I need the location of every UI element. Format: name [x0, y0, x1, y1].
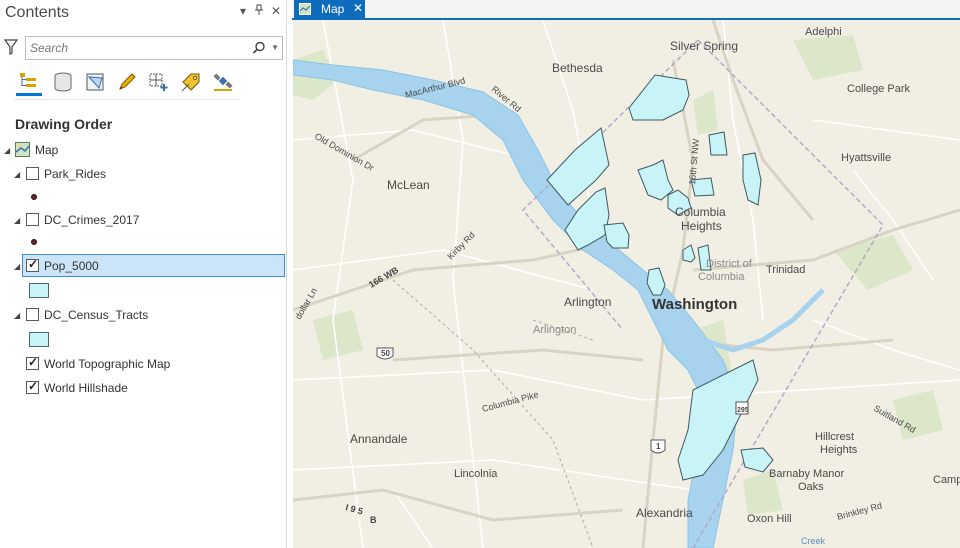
map-view[interactable]: 50 1 295 Silver Spring Adelphi Bethesda …: [293, 20, 960, 548]
search-box[interactable]: ▼: [25, 36, 283, 60]
map-tab-bar: Map ✕: [292, 0, 960, 19]
list-by-perspective-imagery-icon[interactable]: [210, 68, 236, 96]
place-label: Lincolnia: [454, 468, 498, 480]
road-label: B: [370, 515, 377, 525]
layer-label-pop-5000[interactable]: Pop_5000: [44, 259, 99, 273]
place-label: District of: [706, 258, 753, 270]
contents-title: Contents: [5, 4, 70, 21]
list-by-labeling-icon[interactable]: [178, 68, 204, 96]
place-label: Bethesda: [552, 61, 603, 75]
search-input[interactable]: [30, 40, 250, 56]
close-icon[interactable]: ✕: [353, 1, 363, 15]
point-symbol[interactable]: [31, 194, 37, 200]
place-label: Hillcrest: [815, 431, 854, 443]
place-label: Barnaby Manor: [769, 468, 845, 480]
place-label: Hyattsville: [841, 152, 891, 164]
place-label: Columbia: [675, 205, 726, 219]
arcgis-pro-window: Contents ▾ ✕ ▼: [0, 0, 960, 548]
list-by-selection-icon[interactable]: [82, 68, 108, 96]
contents-pane: Contents ▾ ✕ ▼: [0, 0, 287, 548]
expand-layer-chevron-icon[interactable]: ◢: [14, 216, 20, 225]
filter-icon[interactable]: [4, 39, 18, 55]
place-label: Camp: [933, 474, 960, 486]
expand-layer-chevron-icon[interactable]: ◢: [14, 311, 20, 320]
i-395-shield-label: 295: [737, 407, 749, 414]
toolbar-divider: [14, 99, 240, 100]
layer-visibility-checkbox[interactable]: [26, 355, 39, 370]
point-symbol[interactable]: [31, 239, 37, 245]
map-tab-icon: [299, 3, 311, 15]
map-node-label[interactable]: Map: [35, 143, 58, 157]
map-canvas[interactable]: 50 1 295 Silver Spring Adelphi Bethesda …: [293, 20, 960, 548]
us-1-shield-label: 1: [656, 442, 661, 451]
expand-map-chevron-icon[interactable]: ◢: [4, 146, 10, 155]
search-options-chevron-icon[interactable]: ▼: [271, 43, 279, 52]
place-label: Columbia: [698, 271, 745, 283]
layer-visibility-checkbox[interactable]: [26, 213, 39, 226]
place-label: Annandale: [350, 432, 408, 446]
list-by-drawing-order-icon[interactable]: [16, 68, 42, 96]
place-label: Trinidad: [766, 264, 805, 276]
place-label: Alexandria: [636, 506, 693, 520]
place-label: Oxon Hill: [747, 513, 792, 525]
place-label: College Park: [847, 83, 910, 95]
place-label: Silver Spring: [670, 39, 738, 53]
us-50-shield-label: 50: [381, 349, 390, 358]
list-by-data-source-icon[interactable]: [50, 68, 76, 96]
contents-header: Contents ▾ ✕: [0, 0, 287, 28]
map-icon: [15, 142, 30, 157]
pane-dropdown-icon[interactable]: ▾: [240, 4, 246, 18]
list-by-snapping-icon[interactable]: [146, 68, 172, 96]
place-label: McLean: [387, 178, 430, 192]
place-label: Oaks: [798, 481, 824, 493]
map-tab-label: Map: [321, 2, 345, 16]
place-label: Arlington: [533, 324, 576, 336]
tab-map[interactable]: Map ✕: [294, 0, 365, 19]
layer-visibility-checkbox[interactable]: [26, 379, 39, 394]
polygon-symbol[interactable]: [29, 332, 49, 347]
layer-label-park-rides[interactable]: Park_Rides: [44, 167, 106, 181]
layer-visibility-checkbox[interactable]: [26, 308, 39, 321]
place-label: Heights: [820, 444, 858, 456]
layer-label-world-hillshade[interactable]: World Hillshade: [44, 381, 128, 395]
layer-label-dc-crimes-2017[interactable]: DC_Crimes_2017: [44, 213, 139, 227]
list-by-editing-icon[interactable]: [114, 68, 140, 96]
road-label: Creek: [801, 536, 826, 546]
place-label: Adelphi: [805, 26, 842, 38]
layer-label-dc-census-tracts[interactable]: DC_Census_Tracts: [44, 308, 148, 322]
pane-close-icon[interactable]: ✕: [271, 4, 281, 18]
place-label: Arlington: [564, 295, 611, 309]
expand-layer-chevron-icon[interactable]: ◢: [14, 262, 20, 271]
pane-pin-icon[interactable]: [254, 4, 264, 19]
layer-visibility-checkbox[interactable]: [26, 257, 39, 272]
drawing-order-title: Drawing Order: [15, 116, 113, 132]
search-icon[interactable]: [252, 41, 266, 55]
place-label: Heights: [681, 219, 722, 233]
layer-label-world-topographic-map[interactable]: World Topographic Map: [44, 357, 170, 371]
expand-layer-chevron-icon[interactable]: ◢: [14, 170, 20, 179]
place-label: Washington: [652, 296, 737, 313]
layer-visibility-checkbox[interactable]: [26, 167, 39, 180]
polygon-symbol[interactable]: [29, 283, 49, 298]
